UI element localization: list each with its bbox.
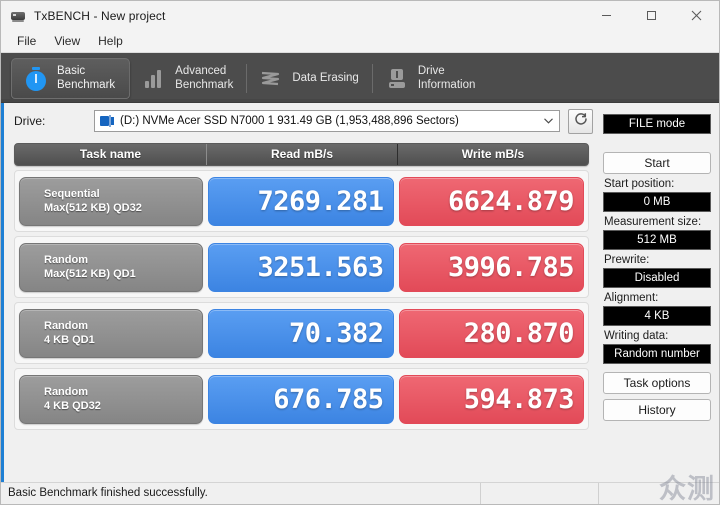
window-title: TxBENCH - New project	[34, 8, 166, 23]
drive-label: Drive:	[14, 114, 46, 128]
results-header: Task name Read mB/s Write mB/s	[14, 143, 589, 166]
alignment-label: Alignment:	[604, 292, 659, 304]
read-value-cell: 7269.281	[208, 176, 394, 226]
task-name-cell: Random Max(512 KB) QD1	[19, 242, 203, 292]
tab-strip: Basic Benchmark Advanced Benchmark Data Er…	[1, 53, 719, 103]
task-line-1: Random	[44, 254, 88, 266]
status-segment-2	[481, 483, 599, 504]
read-value-cell: 3251.563	[208, 242, 394, 292]
task-name-cell: Random 4 KB QD32	[19, 374, 203, 424]
refresh-icon	[573, 111, 589, 132]
table-row: Sequential Max(512 KB) QD32 7269.281 662…	[14, 170, 589, 232]
writing-data-label: Writing data:	[604, 330, 669, 342]
task-line-2: 4 KB QD1	[44, 334, 95, 346]
txbench-window: TxBENCH - New project File View Help Bas…	[0, 0, 720, 505]
menu-view[interactable]: View	[45, 32, 89, 51]
table-row: Random 4 KB QD32 676.785 594.873	[14, 368, 589, 430]
tab-data-erasing[interactable]: Data Erasing	[246, 58, 372, 99]
tab-data-erasing-label: Data Erasing	[292, 71, 359, 84]
task-name-cell: Sequential Max(512 KB) QD32	[19, 176, 203, 226]
refresh-button[interactable]	[568, 108, 593, 134]
tab-advanced-benchmark-label: Advanced Benchmark	[175, 65, 234, 91]
chevron-down-icon	[539, 116, 557, 126]
measurement-size-label: Measurement size:	[604, 216, 702, 228]
app-drive-icon	[10, 8, 26, 24]
column-header-task: Task name	[15, 144, 207, 165]
menu-file[interactable]: File	[8, 32, 45, 51]
bar-chart-icon	[141, 66, 167, 92]
side-panel: FILE mode Start Start position: 0 MB Mea…	[599, 103, 719, 482]
disk-icon	[100, 114, 115, 128]
title-bar: TxBENCH - New project	[1, 1, 719, 31]
prewrite-value[interactable]: Disabled	[603, 268, 711, 288]
zigzag-icon	[258, 66, 284, 92]
write-value-cell: 594.873	[398, 374, 584, 424]
read-value-cell: 676.785	[208, 374, 394, 424]
column-header-read: Read mB/s	[207, 144, 398, 165]
content-area: Drive: (D:) NVMe Acer SSD N7000 1 931.49…	[4, 103, 599, 482]
start-position-value[interactable]: 0 MB	[603, 192, 711, 212]
status-segment-3	[599, 483, 719, 504]
window-controls	[584, 1, 719, 31]
menu-help[interactable]: Help	[89, 32, 132, 51]
writing-data-value[interactable]: Random number	[603, 344, 711, 364]
task-line-1: Sequential	[44, 188, 100, 200]
column-header-write: Write mB/s	[461, 147, 525, 161]
drive-info-icon	[384, 66, 410, 92]
tab-drive-information-label: Drive Information	[417, 65, 476, 91]
task-name-cell: Random 4 KB QD1	[19, 308, 203, 358]
start-position-label: Start position:	[604, 178, 675, 190]
task-line-1: Random	[44, 386, 88, 398]
write-value-cell: 6624.879	[398, 176, 584, 226]
maximize-button[interactable]	[629, 1, 674, 31]
tab-advanced-benchmark[interactable]: Advanced Benchmark	[129, 58, 247, 99]
status-message: Basic Benchmark finished successfully.	[1, 483, 481, 504]
task-options-button[interactable]: Task options	[603, 372, 711, 394]
main-body: Drive: (D:) NVMe Acer SSD N7000 1 931.49…	[1, 103, 719, 482]
task-line-2: 4 KB QD32	[44, 400, 101, 412]
minimize-button[interactable]	[584, 1, 629, 31]
measurement-size-value[interactable]: 512 MB	[603, 230, 711, 250]
task-line-2: Max(512 KB) QD32	[44, 202, 142, 214]
close-button[interactable]	[674, 1, 719, 31]
task-line-2: Max(512 KB) QD1	[44, 268, 136, 280]
stopwatch-icon	[23, 66, 49, 92]
tab-basic-benchmark-label: Basic Benchmark	[57, 65, 116, 91]
prewrite-label: Prewrite:	[604, 254, 650, 266]
table-row: Random Max(512 KB) QD1 3251.563 3996.785	[14, 236, 589, 298]
drive-selector-row: Drive: (D:) NVMe Acer SSD N7000 1 931.49…	[4, 103, 599, 139]
write-value-cell: 3996.785	[398, 242, 584, 292]
history-button[interactable]: History	[603, 399, 711, 421]
task-line-1: Random	[44, 320, 88, 332]
table-row: Random 4 KB QD1 70.382 280.870	[14, 302, 589, 364]
start-button[interactable]: Start	[603, 152, 711, 174]
read-value-cell: 70.382	[208, 308, 394, 358]
results-area: Task name Read mB/s Write mB/s Sequentia…	[4, 139, 599, 482]
menu-bar: File View Help	[1, 31, 719, 53]
tab-basic-benchmark[interactable]: Basic Benchmark	[11, 58, 131, 99]
write-value-cell: 280.870	[398, 308, 584, 358]
file-mode-indicator[interactable]: FILE mode	[603, 114, 711, 134]
drive-select-value: (D:) NVMe Acer SSD N7000 1 931.49 GB (1,…	[120, 115, 459, 127]
status-bar: Basic Benchmark finished successfully.	[1, 482, 719, 504]
alignment-value[interactable]: 4 KB	[603, 306, 711, 326]
drive-select[interactable]: (D:) NVMe Acer SSD N7000 1 931.49 GB (1,…	[94, 110, 560, 132]
tab-drive-information[interactable]: Drive Information	[371, 58, 490, 99]
results-rows: Sequential Max(512 KB) QD32 7269.281 662…	[14, 170, 589, 430]
